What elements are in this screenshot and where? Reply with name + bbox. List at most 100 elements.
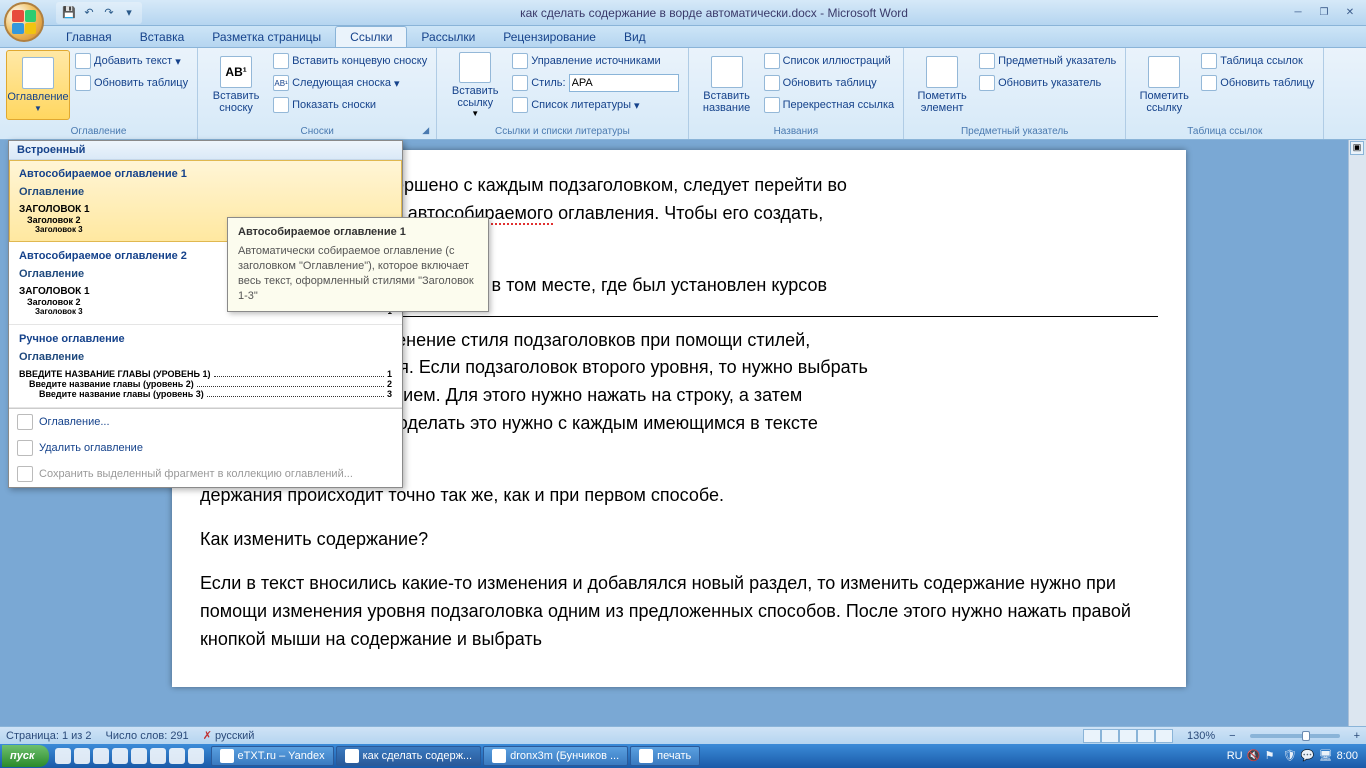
quick-access-toolbar: 💾 ↶ ↷ ▾	[56, 2, 142, 24]
authorities-button[interactable]: Таблица ссылок	[1198, 50, 1317, 72]
toc-insert-button[interactable]: Оглавление...	[9, 409, 402, 435]
redo-icon[interactable]: ↷	[100, 4, 118, 22]
zoom-value[interactable]: 130%	[1187, 730, 1215, 742]
update-authorities-button[interactable]: Обновить таблицу	[1198, 72, 1317, 94]
taskbar-item-browser[interactable]: eTXT.ru – Yandex	[211, 746, 334, 766]
draft-view[interactable]	[1155, 729, 1173, 743]
mark-entry-button[interactable]: Пометить элемент	[910, 50, 974, 120]
zoom-slider[interactable]	[1250, 734, 1340, 738]
tab-view[interactable]: Вид	[610, 27, 660, 47]
quick-launch	[55, 748, 204, 764]
insert-citation-button[interactable]: Вставить ссылку ▼	[443, 50, 507, 120]
style-icon	[512, 75, 528, 91]
taskbar-item-word[interactable]: как сделать содерж...	[336, 746, 482, 766]
remove-icon	[17, 440, 33, 456]
clock[interactable]: 8:00	[1337, 750, 1358, 762]
add-text-button[interactable]: Добавить текст ▾	[72, 50, 191, 72]
crossref-icon	[764, 97, 780, 113]
ql-icon[interactable]	[93, 748, 109, 764]
update-figures-button[interactable]: Обновить таблицу	[761, 72, 898, 94]
group-index: Пометить элемент Предметный указатель Об…	[904, 48, 1126, 139]
chevron-down-icon: ▼	[34, 104, 42, 113]
cross-ref-button[interactable]: Перекрестная ссылка	[761, 94, 898, 116]
tab-review[interactable]: Рецензирование	[489, 27, 610, 47]
tooltip: Автособираемое оглавление 1 Автоматическ…	[227, 217, 489, 312]
tab-mailings[interactable]: Рассылки	[407, 27, 489, 47]
ql-icon[interactable]	[150, 748, 166, 764]
insert-endnote-button[interactable]: Вставить концевую сноску	[270, 50, 430, 72]
word-count[interactable]: Число слов: 291	[106, 730, 189, 742]
undo-icon[interactable]: ↶	[80, 4, 98, 22]
tray-icon[interactable]: 🛡	[1283, 749, 1297, 763]
window-title: как сделать содержание в ворде автоматич…	[142, 6, 1286, 20]
citation-style: Стиль:	[509, 72, 681, 94]
ql-icon[interactable]	[169, 748, 185, 764]
footnotes-dialog-launcher[interactable]: ◢	[422, 125, 434, 137]
refresh-icon	[75, 75, 91, 91]
page-indicator[interactable]: Страница: 1 из 2	[6, 730, 92, 742]
qat-dropdown-icon[interactable]: ▾	[120, 4, 138, 22]
vertical-scrollbar[interactable]	[1348, 140, 1366, 726]
show-notes-button[interactable]: Показать сноски	[270, 94, 430, 116]
mark-citation-button[interactable]: Пометить ссылку	[1132, 50, 1196, 120]
tray-icon[interactable]: 💬	[1301, 749, 1315, 763]
tray-icon[interactable]: ⚑	[1265, 749, 1279, 763]
minimize-button[interactable]: ─	[1286, 5, 1310, 21]
save-icon[interactable]: 💾	[60, 4, 78, 22]
language-bar[interactable]: RU	[1227, 750, 1243, 762]
ql-icon[interactable]	[74, 748, 90, 764]
endnote-icon	[273, 53, 289, 69]
bibliography-button[interactable]: Список литературы ▾	[509, 94, 681, 116]
tab-home[interactable]: Главная	[52, 27, 126, 47]
view-buttons	[1083, 729, 1173, 743]
toc-section-builtin: Встроенный	[9, 141, 402, 160]
group-toc: Оглавление ▼ Добавить текст ▾ Обновить т…	[0, 48, 198, 139]
office-button[interactable]	[4, 2, 44, 42]
manage-sources-button[interactable]: Управление источниками	[509, 50, 681, 72]
language-indicator[interactable]: ✗ русский	[203, 729, 255, 742]
toc-button[interactable]: Оглавление ▼	[6, 50, 70, 120]
tray-icon[interactable]: 🖥	[1319, 749, 1333, 763]
zoom-in[interactable]: +	[1354, 730, 1360, 742]
add-text-icon	[75, 53, 91, 69]
full-screen-view[interactable]	[1101, 729, 1119, 743]
tab-layout[interactable]: Разметка страницы	[198, 27, 335, 47]
outline-view[interactable]	[1137, 729, 1155, 743]
start-button[interactable]: пуск	[2, 745, 49, 767]
figures-list-button[interactable]: Список иллюстраций	[761, 50, 898, 72]
print-layout-view[interactable]	[1083, 729, 1101, 743]
ql-icon[interactable]	[188, 748, 204, 764]
insert-caption-button[interactable]: Вставить название	[695, 50, 759, 120]
tab-references[interactable]: Ссылки	[335, 26, 407, 47]
ql-icon[interactable]	[112, 748, 128, 764]
zoom-out[interactable]: −	[1229, 730, 1235, 742]
update-table-button[interactable]: Обновить таблицу	[72, 72, 191, 94]
save-selection-icon	[17, 466, 33, 482]
caption-icon	[711, 56, 743, 88]
web-layout-view[interactable]	[1119, 729, 1137, 743]
style-select[interactable]	[569, 74, 679, 92]
insert-footnote-button[interactable]: AB¹ Вставить сноску	[204, 50, 268, 120]
refresh-icon	[764, 75, 780, 91]
tray-icon[interactable]: 🔇	[1247, 749, 1261, 763]
toc-manual-item[interactable]: Ручное оглавление Оглавление ВВЕДИТЕ НАЗ…	[9, 325, 402, 408]
ql-icon[interactable]	[55, 748, 71, 764]
index-button[interactable]: Предметный указатель	[976, 50, 1119, 72]
taskbar-item-folder[interactable]: печать	[630, 746, 700, 766]
maximize-button[interactable]: ❐	[1312, 5, 1336, 21]
next-footnote-button[interactable]: AB¹Следующая сноска ▾	[270, 72, 430, 94]
chevron-down-icon: ▼	[471, 109, 479, 118]
update-index-button[interactable]: Обновить указатель	[976, 72, 1119, 94]
taskbar: пуск eTXT.ru – Yandex как сделать содерж…	[0, 744, 1366, 768]
group-captions: Вставить название Список иллюстраций Обн…	[689, 48, 905, 139]
ql-icon[interactable]	[131, 748, 147, 764]
close-button[interactable]: ✕	[1338, 5, 1362, 21]
ruler-toggle[interactable]: ▣	[1350, 141, 1364, 155]
mark-entry-icon	[926, 56, 958, 88]
toc-save-selection-button: Сохранить выделенный фрагмент в коллекци…	[9, 461, 402, 487]
taskbar-item-chat[interactable]: dronx3m (Бунчиков ...	[483, 746, 628, 766]
toc-remove-button[interactable]: Удалить оглавление	[9, 435, 402, 461]
tab-insert[interactable]: Вставка	[126, 27, 199, 47]
ribbon: Оглавление ▼ Добавить текст ▾ Обновить т…	[0, 48, 1366, 140]
ribbon-tabs: Главная Вставка Разметка страницы Ссылки…	[0, 26, 1366, 48]
